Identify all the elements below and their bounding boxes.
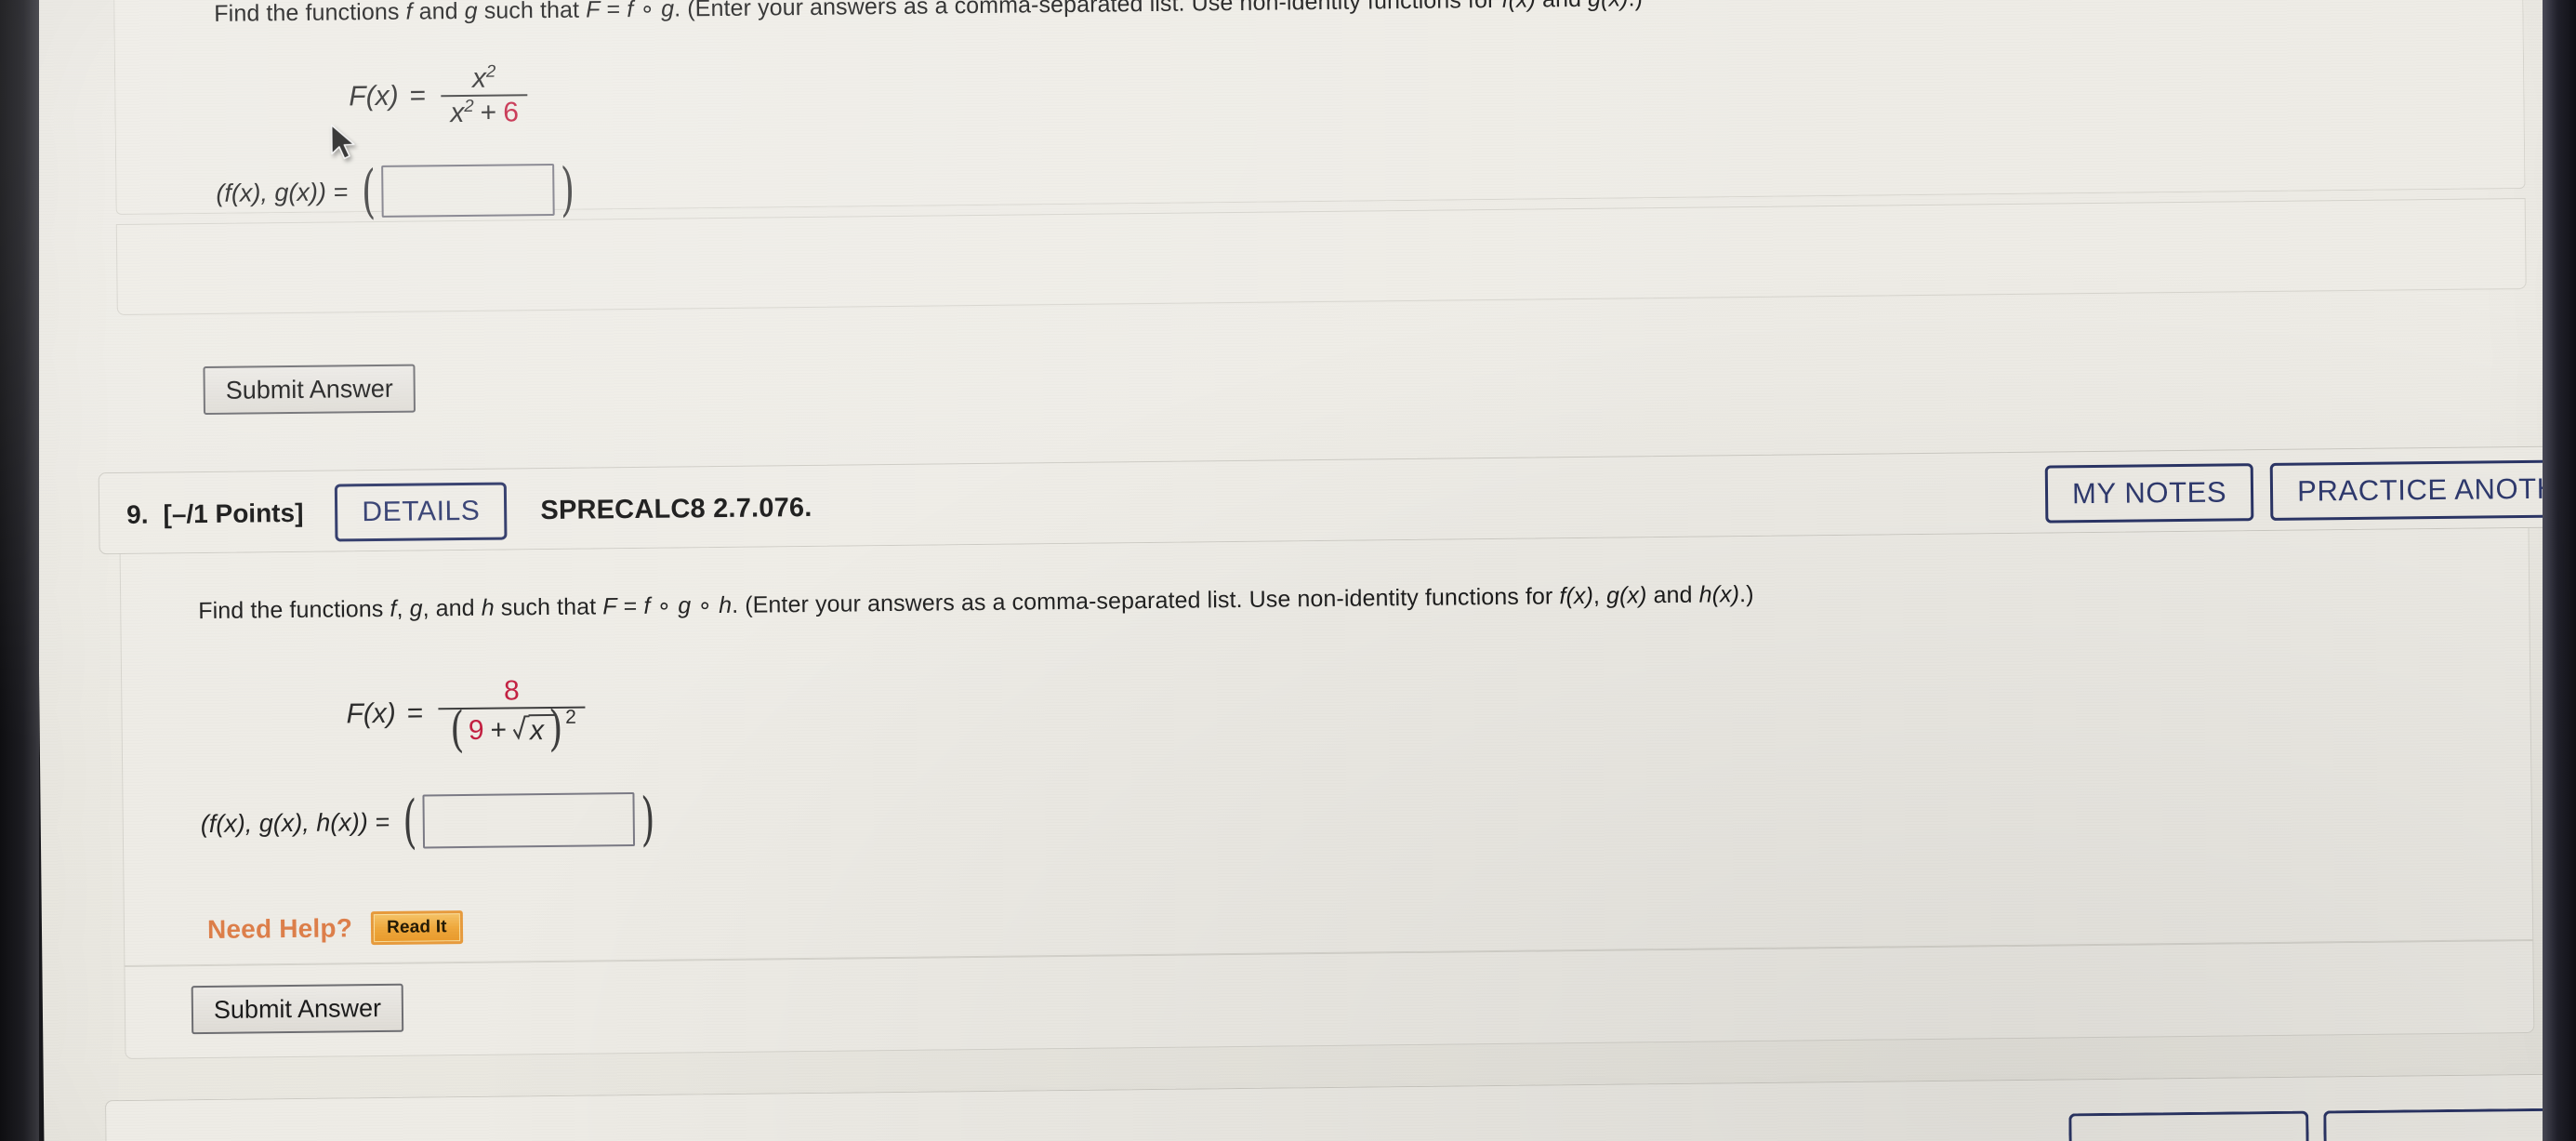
prompt-text: , xyxy=(396,595,410,622)
question-8-answer-row: (f(x), g(x)) = ( ) xyxy=(216,154,579,225)
radical-tick-icon xyxy=(513,714,530,740)
read-it-button[interactable]: Read It xyxy=(370,910,463,946)
question-9-submit-button[interactable]: Submit Answer xyxy=(191,983,404,1035)
next-practice-another-button[interactable] xyxy=(2323,1106,2576,1141)
question-9-header-actions: MY NOTES PRACTICE ANOTHER xyxy=(2044,458,2576,524)
my-notes-button[interactable]: MY NOTES xyxy=(2044,463,2254,524)
compose-operator: ∘ xyxy=(691,592,720,619)
equals-sign: = xyxy=(406,697,424,729)
photo-bezel-left xyxy=(0,0,39,1141)
var-h: h xyxy=(481,594,495,621)
answer-input[interactable] xyxy=(381,163,555,218)
prompt-text: such that xyxy=(494,593,603,621)
prompt-text: and xyxy=(412,0,465,25)
question-number: 9. xyxy=(125,499,149,529)
question-code: SPRECALC8 2.7.076. xyxy=(540,492,812,525)
var-g: g xyxy=(678,592,692,619)
compose-operator: ∘ xyxy=(650,592,679,619)
square-root: x xyxy=(513,713,557,747)
formula-lhs: F(x) xyxy=(346,697,396,729)
answer-input[interactable] xyxy=(422,792,636,849)
prompt-text: and xyxy=(1646,581,1699,609)
prompt-text: Find the functions xyxy=(198,595,390,625)
prompt-text: and xyxy=(1536,0,1588,12)
compose-operator: ∘ xyxy=(633,0,662,22)
gx-label: g(x) xyxy=(1605,582,1647,609)
plus-sign: + xyxy=(490,714,508,746)
fraction-denominator: x2 +6 xyxy=(441,95,528,129)
fraction-numerator: 8 xyxy=(503,675,520,707)
prompt-text: such that xyxy=(477,0,587,24)
answer-label: (f(x), g(x)) = xyxy=(216,177,349,207)
photo-bezel-right xyxy=(2543,0,2576,1141)
next-my-notes-button[interactable] xyxy=(2068,1110,2309,1141)
question-8-submit-button[interactable]: Submit Answer xyxy=(203,364,416,416)
den-close-paren: ) xyxy=(548,700,564,757)
open-paren: ( xyxy=(403,787,418,856)
question-9-answer-row: (f(x), g(x), h(x)) = ( ) xyxy=(200,784,659,856)
question-9-header: 9. [–/1 Points] DETAILS SPRECALC8 2.7.07… xyxy=(126,479,812,544)
num-var: x xyxy=(471,62,487,94)
details-button[interactable]: DETAILS xyxy=(335,482,508,542)
radicand: x xyxy=(529,714,545,746)
question-8-formula: F(x) = x2 x2 +6 xyxy=(349,61,532,129)
prompt-text: = xyxy=(600,0,627,23)
fx-label: f(x) xyxy=(1501,0,1536,13)
var-g: g xyxy=(409,595,423,622)
den-exponent: 2 xyxy=(464,95,474,115)
prompt-text: .) xyxy=(1628,0,1643,11)
prompt-text: .) xyxy=(1738,580,1754,608)
question-9-formula: F(x) = 8 ( 9 + x ) 2 xyxy=(346,675,589,758)
need-help-label: Need Help? xyxy=(206,913,353,945)
fx-label: f(x) xyxy=(1559,582,1594,610)
fraction: x2 x2 +6 xyxy=(441,61,528,128)
var-h: h xyxy=(719,591,733,619)
arrow-pointer-icon xyxy=(330,124,355,160)
var-F: F xyxy=(585,0,601,23)
prompt-text: Find the functions xyxy=(214,0,406,27)
den-exponent: 2 xyxy=(565,706,577,728)
close-paren: ) xyxy=(641,784,656,853)
browser-page: Find the functions f and g such that F =… xyxy=(32,0,2576,1141)
close-paren: ) xyxy=(560,154,575,223)
equals-sign: = xyxy=(409,80,427,112)
fraction-denominator: ( 9 + x ) 2 xyxy=(438,700,586,758)
prompt-text: , xyxy=(1592,582,1607,609)
answer-label: (f(x), g(x), h(x)) = xyxy=(200,807,390,838)
den-var: x xyxy=(450,97,465,128)
open-paren: ( xyxy=(361,156,376,225)
plus-sign: + xyxy=(480,97,497,128)
den-constant: 6 xyxy=(503,96,520,128)
fraction: 8 ( 9 + x ) 2 xyxy=(438,675,586,758)
fraction-numerator: x2 xyxy=(463,61,506,94)
den-open-paren: ( xyxy=(449,701,465,758)
practice-another-button[interactable]: PRACTICE ANOTHER xyxy=(2269,458,2576,521)
den-constant: 9 xyxy=(468,714,484,746)
prompt-text: = xyxy=(616,592,644,620)
var-F: F xyxy=(602,593,617,620)
var-g: g xyxy=(661,0,675,22)
num-exponent: 2 xyxy=(485,60,496,81)
prompt-text: , and xyxy=(422,594,482,622)
screenshot-photo: Find the functions f and g such that F =… xyxy=(0,0,2576,1141)
question-9-need-help: Need Help? Read It xyxy=(207,910,482,947)
hx-label: h(x) xyxy=(1698,581,1740,608)
var-g: g xyxy=(464,0,478,24)
question-points: [–/1 Points] xyxy=(163,498,304,529)
formula-lhs: F(x) xyxy=(349,80,399,112)
gx-label: g(x) xyxy=(1588,0,1629,12)
